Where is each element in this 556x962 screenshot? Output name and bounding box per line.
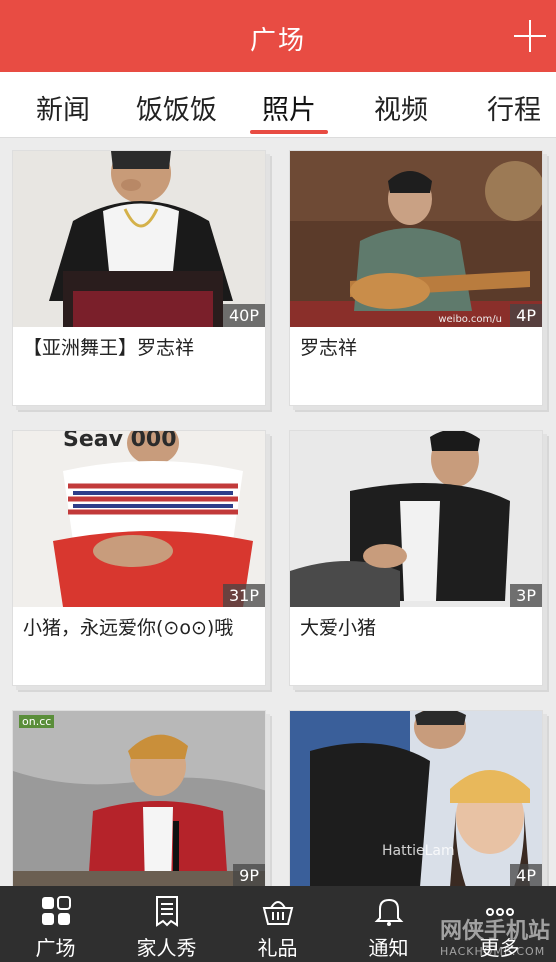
photo-watermark: HattieLam [382, 843, 455, 859]
site-watermark: 网侠手机站 HACKHOME.COM [440, 913, 550, 958]
album-caption: 罗志祥 [300, 337, 358, 359]
active-tab-indicator [250, 130, 328, 134]
photo-count-badge: 9P [233, 864, 265, 886]
photo-count-badge: 31P [222, 584, 265, 607]
album-card[interactable]: 3P 大爱小猪 [289, 430, 543, 686]
tab-news[interactable]: 新闻 [36, 88, 90, 127]
photo-credit: weibo.com/u [438, 314, 502, 325]
album-photo: 40P [13, 151, 265, 327]
photo-count-badge: 4P [510, 864, 542, 886]
photo-count-badge: 4P [510, 304, 542, 327]
tab-photos[interactable]: 照片 [262, 88, 316, 127]
photo-count-badge: 40P [222, 304, 265, 327]
album-photo: Seav 000 31P [13, 431, 265, 607]
album-caption: 小猪，永远爱你(⊙o⊙)哦 [23, 617, 234, 639]
album-caption: 大爱小猪 [300, 617, 377, 639]
album-photo: on.cc 9P [13, 711, 265, 886]
media-logo: on.cc [19, 715, 55, 728]
watermark-sub: HACKHOME.COM [439, 945, 546, 958]
bell-icon [374, 898, 403, 926]
album-card[interactable]: weibo.com/u 4P 罗志祥 [289, 150, 543, 406]
nav-gifts[interactable]: 礼品 [222, 886, 333, 962]
page-title: 广场 [249, 26, 306, 56]
album-photo: HattieLam 4P [290, 711, 542, 886]
tab-schedule[interactable]: 行程 [487, 88, 541, 127]
tab-bar: 新闻 饭饭饭 照片 视频 行程 [0, 72, 556, 138]
app-screen: 广场 新闻 饭饭饭 照片 视频 行程 40P 【亚洲舞王】罗志祥 weibo.c… [0, 0, 556, 962]
album-caption: 【亚洲舞王】罗志祥 [23, 337, 195, 359]
album-card[interactable]: 40P 【亚洲舞王】罗志祥 [12, 150, 266, 406]
photo-grid: 40P 【亚洲舞王】罗志祥 weibo.com/u 4P 罗志祥 Seav 00… [0, 138, 556, 886]
photo-count-badge: 3P [510, 584, 542, 607]
nav-label: 广场 [35, 936, 76, 960]
nav-label: 通知 [368, 936, 409, 960]
album-photo: weibo.com/u 4P [290, 151, 542, 327]
add-icon[interactable] [514, 20, 546, 52]
tab-videos[interactable]: 视频 [374, 88, 428, 127]
grid-icon [41, 896, 71, 925]
nav-notifications[interactable]: 通知 [333, 886, 444, 962]
album-card[interactable]: Seav 000 31P 小猪，永远爱你(⊙o⊙)哦 [12, 430, 266, 686]
top-bar: 广场 [0, 0, 556, 72]
nav-plaza[interactable]: 广场 [0, 886, 111, 962]
album-card[interactable]: HattieLam 4P [289, 710, 543, 886]
basket-icon [262, 901, 293, 925]
watermark-main: 网侠手机站 [439, 919, 550, 944]
album-card[interactable]: on.cc 9P [12, 710, 266, 886]
banner-text: Seav 000 [63, 431, 177, 452]
album-photo: 3P [290, 431, 542, 607]
nav-label: 礼品 [257, 936, 298, 960]
nav-label: 家人秀 [136, 936, 197, 960]
document-icon [155, 896, 178, 927]
bottom-nav: 广场 家人秀 礼品 通知 更多 网侠手机站 HACKHOME.COM [0, 886, 556, 962]
nav-family-show[interactable]: 家人秀 [111, 886, 222, 962]
tab-fans[interactable]: 饭饭饭 [136, 88, 217, 127]
